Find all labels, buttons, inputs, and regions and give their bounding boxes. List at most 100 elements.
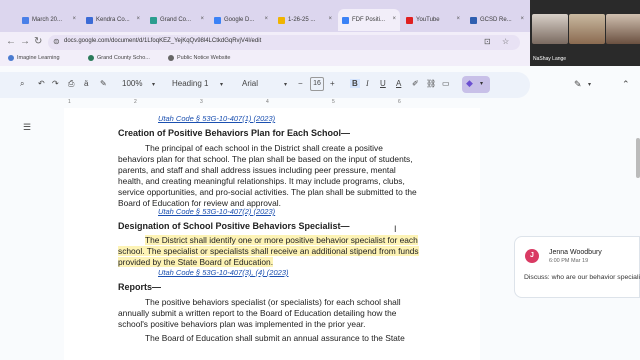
body-text: school's positive behaviors plan was imp… [118, 319, 366, 329]
font-size-input[interactable]: 16 [310, 77, 324, 91]
tab-label: YouTube [416, 17, 440, 23]
tab-favicon-icon [22, 16, 29, 24]
font-select[interactable]: Arial [242, 79, 258, 88]
tab-label: Kendra Co... [96, 17, 130, 23]
editing-mode-button[interactable]: ◆ ▾ [462, 76, 490, 93]
ruler-tick-label: 5 [332, 99, 335, 105]
bookmark-item[interactable]: Grand County Scho... [88, 55, 150, 61]
body-text: annually submit a written report to the … [118, 308, 397, 318]
document-page[interactable]: Utah Code § 53G-10-407(1) (2023) Creation… [64, 108, 480, 360]
participant-video[interactable] [569, 14, 605, 44]
underline-button[interactable]: U [380, 79, 386, 88]
highlighted-text: provided by the State Board of Education… [118, 257, 274, 267]
reload-icon[interactable]: ↻ [34, 36, 42, 47]
editing-pencil-icon[interactable]: ✎ [574, 79, 582, 90]
bookmark-label: Grand County Scho... [97, 55, 150, 61]
participant-name: NaShay Lange [533, 56, 567, 62]
zoom-select[interactable]: 100% [122, 79, 142, 88]
close-tab-icon[interactable]: × [136, 16, 140, 22]
bookmark-favicon-icon [88, 55, 94, 61]
citation-link[interactable]: Utah Code § 53G-10-407(2) (2023) [158, 207, 275, 217]
tab-label: GCSD Re... [480, 17, 512, 23]
close-tab-icon[interactable]: × [200, 16, 204, 22]
browser-tab[interactable]: FDF Positi... × [338, 9, 400, 31]
comment-text: Discuss: who are our behavior specialist… [524, 274, 640, 281]
browser-tab[interactable]: 1-26-25 ... × [274, 9, 336, 31]
body-text: service opportunities, and pro-social ac… [118, 187, 417, 197]
tab-favicon-icon [406, 16, 413, 24]
font-dropdown-icon[interactable]: ▾ [284, 81, 287, 88]
redo-icon[interactable]: ↷ [52, 79, 59, 88]
bookmark-star-icon[interactable]: ☆ [502, 37, 509, 46]
paint-format-icon[interactable]: ✎ [100, 79, 107, 88]
editing-dropdown-icon[interactable]: ▾ [588, 81, 591, 88]
ruler-tick-label: 6 [398, 99, 401, 105]
body-text: The Board of Education shall submit an a… [145, 333, 405, 343]
body-text: The principal of each school in the Dist… [145, 143, 383, 153]
address-bar[interactable]: ⊜ docs.google.com/document/d/1LfoqKEZ_Ye… [48, 35, 520, 50]
increase-font-size-button[interactable]: + [330, 79, 335, 88]
ruler-tick-label: 2 [134, 99, 137, 105]
tab-favicon-icon [150, 16, 157, 24]
participant-video[interactable] [606, 14, 640, 44]
close-tab-icon[interactable]: × [264, 16, 268, 22]
install-icon[interactable]: ⊡ [484, 37, 491, 46]
bookmark-item[interactable]: Imagine Learning [8, 55, 60, 61]
comment-card[interactable]: J Jenna Woodbury 6:00 PM Mar 19 Discuss:… [514, 236, 640, 298]
close-tab-icon[interactable]: × [520, 16, 524, 22]
add-comment-icon[interactable]: ▭ [442, 79, 450, 88]
ruler-tick-label: 1 [68, 99, 71, 105]
browser-tab[interactable]: Grand Co... × [146, 9, 208, 31]
close-tab-icon[interactable]: × [456, 16, 460, 22]
ruler-tick-label: 3 [200, 99, 203, 105]
scrollbar[interactable] [636, 108, 640, 360]
docs-toolbar: ⌕ ↶ ↷ ⎙ ä ✎ 100% ▾ Heading 1 ▾ Arial ▾ −… [0, 72, 530, 98]
zoom-dropdown-icon[interactable]: ▾ [152, 81, 155, 88]
tab-favicon-icon [278, 16, 285, 24]
close-tab-icon[interactable]: × [72, 16, 76, 22]
browser-tab[interactable]: March 20... × [18, 9, 80, 31]
browser-tab[interactable]: Google D... × [210, 9, 272, 31]
bookmark-item[interactable]: Public Notice Website [168, 55, 230, 61]
spellcheck-icon[interactable]: ä [84, 79, 88, 88]
scroll-thumb[interactable] [636, 138, 640, 178]
italic-button[interactable]: I [366, 79, 369, 88]
close-tab-icon[interactable]: × [392, 16, 396, 22]
browser-tab[interactable]: Kendra Co... × [82, 9, 144, 31]
url-text: docs.google.com/document/d/1LfoqKEZ_YejK… [64, 38, 262, 44]
horizontal-ruler[interactable]: 1 2 3 4 5 6 [60, 98, 500, 108]
site-info-icon[interactable]: ⊜ [53, 37, 60, 46]
back-icon[interactable]: ← [6, 36, 16, 47]
insert-link-icon[interactable]: ⛓ [426, 79, 436, 88]
print-icon[interactable]: ⎙ [68, 79, 74, 89]
close-tab-icon[interactable]: × [328, 16, 332, 22]
bookmark-label: Public Notice Website [177, 55, 231, 61]
tab-label: Google D... [224, 17, 255, 23]
highlight-color-icon[interactable]: ✐ [412, 79, 419, 88]
document-outline-icon[interactable]: ☰ [20, 121, 34, 133]
participant-video[interactable] [532, 14, 568, 44]
tab-favicon-icon [214, 16, 221, 24]
undo-icon[interactable]: ↶ [38, 79, 45, 88]
bold-button[interactable]: B [350, 79, 360, 88]
collapse-toolbar-icon[interactable]: ⌃ [622, 79, 630, 90]
tab-label: Grand Co... [160, 17, 192, 23]
forward-icon[interactable]: → [20, 36, 30, 47]
citation-link[interactable]: Utah Code § 53G-10-407(3), (4) (2023) [158, 268, 289, 278]
citation-link[interactable]: Utah Code § 53G-10-407(1) (2023) [158, 114, 275, 124]
search-menus-icon[interactable]: ⌕ [20, 79, 24, 89]
text-color-button[interactable]: A [396, 79, 401, 88]
section-heading: Designation of School Positive Behaviors… [118, 221, 350, 231]
browser-tab[interactable]: YouTube × [402, 9, 464, 31]
bookmark-favicon-icon [8, 55, 14, 61]
decrease-font-size-button[interactable]: − [298, 79, 303, 88]
browser-tab[interactable]: GCSD Re... × [466, 9, 528, 31]
tab-label: March 20... [32, 17, 63, 23]
body-text: health, and creating meaningful relation… [118, 176, 405, 186]
comment-timestamp: 6:00 PM Mar 19 [549, 258, 589, 264]
style-dropdown-icon[interactable]: ▾ [220, 81, 223, 88]
style-select[interactable]: Heading 1 [172, 79, 208, 88]
shapes-icon: ◆ [466, 78, 473, 88]
bookmark-favicon-icon [168, 55, 174, 61]
body-text: The positive behaviors specialist (or sp… [145, 297, 401, 307]
